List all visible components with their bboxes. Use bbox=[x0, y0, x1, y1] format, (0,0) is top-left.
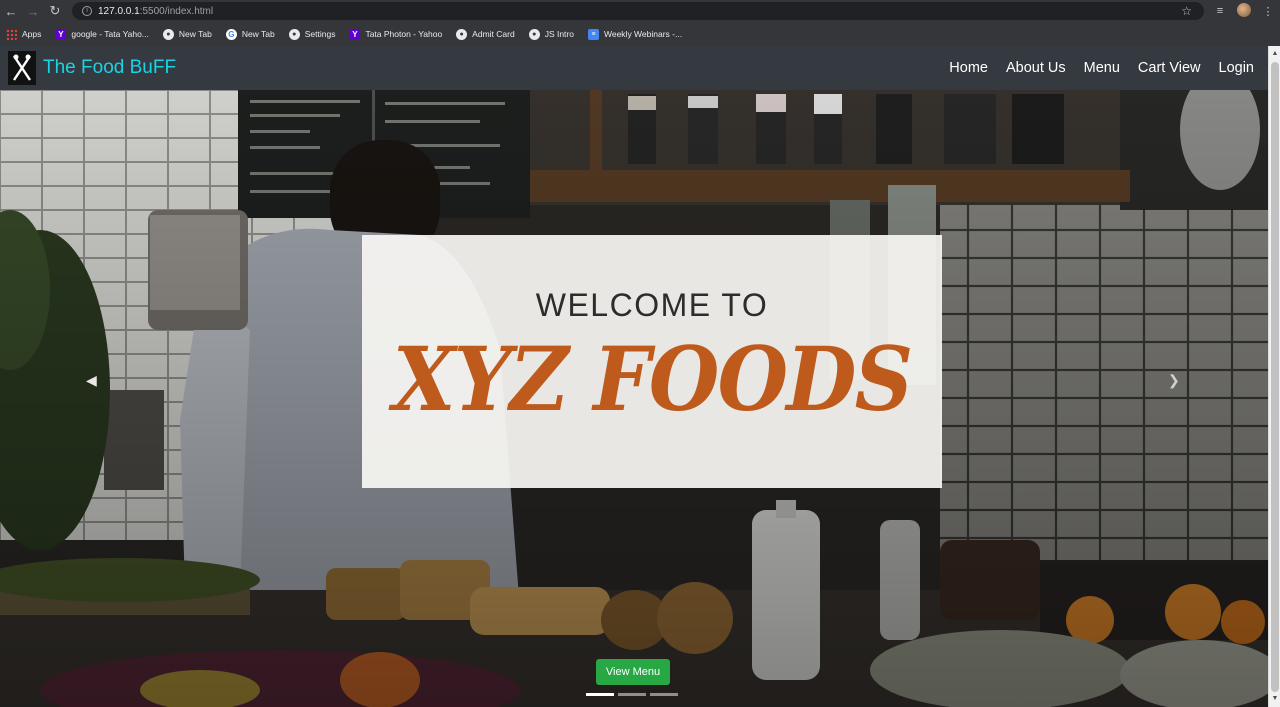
bookmark-settings[interactable]: ● Settings bbox=[288, 28, 335, 40]
apps-grid-icon bbox=[6, 28, 17, 40]
carousel-indicator-2[interactable] bbox=[618, 693, 646, 696]
reload-icon[interactable]: ↻ bbox=[44, 0, 66, 22]
docs-icon: ≡ bbox=[587, 28, 599, 40]
brand-name[interactable]: The Food BuFF bbox=[43, 57, 176, 79]
hero-carousel: WELCOME TO XYZ FOODS ◀ ❯ View Menu bbox=[0, 90, 1268, 707]
bookmark-tata-photon[interactable]: Y Tata Photon - Yahoo bbox=[349, 28, 442, 40]
scrollbar-thumb[interactable] bbox=[1271, 62, 1279, 692]
website: The Food BuFF Home About Us Menu Cart Vi… bbox=[0, 46, 1268, 707]
view-menu-button[interactable]: View Menu bbox=[596, 659, 670, 685]
carousel-prev-icon[interactable]: ◀ bbox=[86, 372, 97, 389]
url-path: :5500/index.html bbox=[139, 5, 214, 17]
forward-icon[interactable]: → bbox=[22, 0, 44, 22]
carousel-indicator-3[interactable] bbox=[650, 693, 678, 696]
nav-cart-view[interactable]: Cart View bbox=[1138, 60, 1201, 76]
profile-avatar[interactable] bbox=[1232, 2, 1256, 20]
bookmark-apps[interactable]: Apps bbox=[6, 28, 41, 40]
welcome-line: WELCOME TO bbox=[535, 287, 769, 323]
nav-links: Home About Us Menu Cart View Login bbox=[931, 46, 1254, 90]
page-scrollbar[interactable]: ▲ ▼ bbox=[1268, 46, 1280, 707]
globe-icon: ● bbox=[456, 28, 468, 40]
site-navbar: The Food BuFF Home About Us Menu Cart Vi… bbox=[0, 46, 1268, 90]
back-icon[interactable]: ← bbox=[0, 0, 22, 22]
nav-menu[interactable]: Menu bbox=[1084, 60, 1120, 76]
google-icon: G bbox=[225, 28, 237, 40]
reading-list-icon[interactable]: ≡ bbox=[1208, 5, 1232, 17]
carousel-indicators bbox=[586, 693, 682, 696]
globe-icon: ● bbox=[528, 28, 540, 40]
bookmark-star-icon[interactable]: ☆ bbox=[1181, 4, 1192, 18]
welcome-banner: WELCOME TO XYZ FOODS bbox=[362, 235, 942, 488]
address-bar[interactable]: i 127.0.0.1:5500/index.html ☆ bbox=[72, 2, 1204, 20]
carousel-indicator-1[interactable] bbox=[586, 693, 614, 696]
globe-icon: ● bbox=[288, 28, 300, 40]
globe-icon: ● bbox=[162, 28, 174, 40]
nav-home[interactable]: Home bbox=[949, 60, 988, 76]
bookmark-google-tata-yahoo[interactable]: Ygoogle - Tata Yaho... bbox=[55, 28, 149, 40]
bookmark-new-tab[interactable]: ● New Tab bbox=[162, 28, 212, 40]
url-host: 127.0.0.1 bbox=[98, 5, 140, 17]
yahoo-icon: Y bbox=[349, 28, 361, 40]
yahoo-icon: Y bbox=[55, 28, 67, 40]
scroll-up-icon[interactable]: ▲ bbox=[1269, 48, 1280, 60]
fork-knife-logo-icon[interactable] bbox=[8, 51, 36, 85]
browser-menu-icon[interactable]: ⋮ bbox=[1256, 5, 1280, 18]
nav-login[interactable]: Login bbox=[1219, 60, 1254, 76]
bookmark-admit-card[interactable]: ● Admit Card bbox=[456, 28, 515, 40]
bookmark-new-tab-google[interactable]: G New Tab bbox=[225, 28, 275, 40]
hero-title: XYZ FOODS bbox=[392, 327, 913, 431]
bookmarks-bar: Apps Ygoogle - Tata Yaho... ● New Tab G Ne… bbox=[0, 22, 1280, 46]
bookmark-weekly-webinars[interactable]: ≡ Weekly Webinars -... bbox=[587, 28, 682, 40]
scroll-down-icon[interactable]: ▼ bbox=[1269, 693, 1280, 705]
browser-toolbar: ← → ↻ i 127.0.0.1:5500/index.html ☆ ≡ ⋮ bbox=[0, 0, 1280, 22]
site-info-icon[interactable]: i bbox=[82, 6, 92, 16]
bookmark-js-intro[interactable]: ● JS Intro bbox=[528, 28, 574, 40]
nav-about-us[interactable]: About Us bbox=[1006, 60, 1066, 76]
carousel-next-icon[interactable]: ❯ bbox=[1168, 372, 1180, 389]
